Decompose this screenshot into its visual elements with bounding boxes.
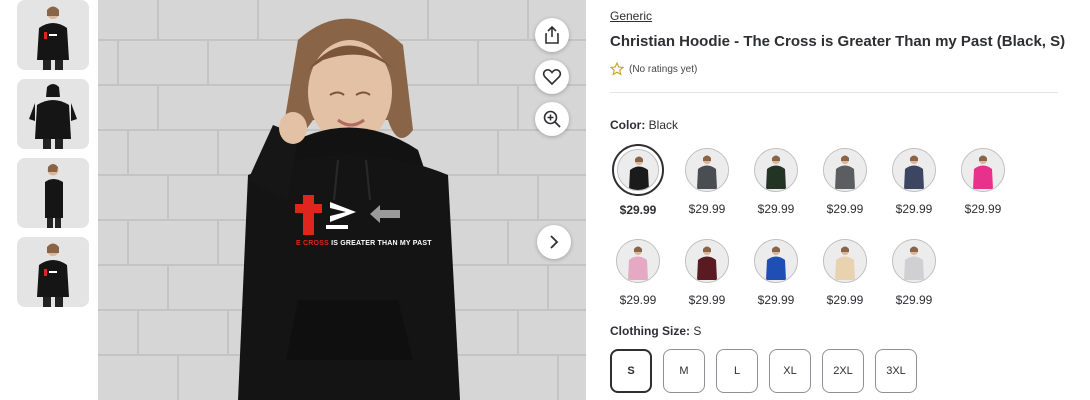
zoom-in-icon	[543, 110, 561, 128]
size-option-label: Clothing Size: S	[610, 324, 702, 338]
brand-link[interactable]: Generic	[610, 9, 652, 23]
rating-summary[interactable]: (No ratings yet)	[610, 62, 697, 76]
swatch-price: $29.99	[757, 293, 795, 307]
size-button-5[interactable]: 3XL	[875, 349, 917, 393]
thumbnail-1[interactable]	[17, 0, 89, 70]
main-product-image[interactable]: E CROSS IS GREATER THAN MY PAST	[98, 0, 586, 400]
swatch-price: $29.99	[895, 202, 933, 216]
color-swatch[interactable]: $29.99	[819, 148, 871, 216]
swatch-circle	[892, 239, 936, 283]
thumbnail-2[interactable]	[17, 79, 89, 149]
hoodie-swatch-icon	[824, 240, 866, 282]
next-image-button[interactable]	[537, 225, 571, 259]
swatch-price: $29.99	[688, 202, 726, 216]
thumbnail-4[interactable]	[17, 237, 89, 307]
selected-size-value: S	[693, 324, 702, 338]
color-swatch[interactable]: $29.99	[612, 144, 664, 217]
size-button-0[interactable]: S	[610, 349, 652, 393]
swatch-circle	[823, 148, 867, 192]
swatch-image	[893, 149, 935, 191]
zoom-button[interactable]	[535, 102, 569, 136]
swatch-image	[617, 240, 659, 282]
hoodie-swatch-icon	[755, 240, 797, 282]
hoodie-swatch-icon	[824, 149, 866, 191]
color-swatch[interactable]: $29.99	[888, 148, 940, 216]
color-swatch[interactable]: $29.99	[888, 239, 940, 307]
swatch-price: $29.99	[826, 202, 864, 216]
color-swatch[interactable]: $29.99	[750, 148, 802, 216]
share-icon	[545, 25, 559, 44]
swatch-price: $29.99	[964, 202, 1002, 216]
swatch-image	[755, 149, 797, 191]
color-swatch[interactable]: $29.99	[957, 148, 1009, 216]
swatch-circle	[892, 148, 936, 192]
swatch-image	[824, 149, 866, 191]
favorite-button[interactable]	[535, 60, 569, 94]
hoodie-print-text: E CROSS IS GREATER THAN MY PAST	[296, 240, 432, 247]
size-button-3[interactable]: XL	[769, 349, 811, 393]
color-option-label: Color: Black	[610, 118, 679, 132]
swatch-circle	[754, 239, 798, 283]
hoodie-swatch-icon	[686, 149, 728, 191]
hoodie-swatch-icon	[617, 240, 659, 282]
swatch-image	[824, 240, 866, 282]
color-swatch[interactable]: $29.99	[681, 239, 733, 307]
swatch-circle	[961, 148, 1005, 192]
swatch-image	[686, 149, 728, 191]
hoodie-swatch-icon	[893, 149, 935, 191]
color-swatch[interactable]: $29.99	[612, 239, 664, 307]
product-page: E CROSS IS GREATER THAN MY PAST Generic …	[0, 0, 1090, 400]
selected-color-value: Black	[648, 118, 679, 132]
color-swatch[interactable]: $29.99	[681, 148, 733, 216]
hoodie-thumbnail-side-icon	[17, 158, 89, 228]
heart-icon	[542, 69, 562, 86]
swatch-image	[893, 240, 935, 282]
swatch-image	[962, 149, 1004, 191]
swatch-image	[686, 240, 728, 282]
thumbnail-3[interactable]	[17, 158, 89, 228]
hoodie-model-photo	[98, 0, 586, 400]
hoodie-swatch-icon	[893, 240, 935, 282]
star-outline-icon	[610, 62, 624, 76]
swatch-price: $29.99	[757, 202, 795, 216]
hoodie-swatch-icon	[686, 240, 728, 282]
rating-text: (No ratings yet)	[629, 63, 698, 75]
swatch-image	[755, 240, 797, 282]
swatch-circle	[685, 239, 729, 283]
hoodie-thumbnail-back-icon	[17, 79, 89, 149]
color-swatch[interactable]: $29.99	[750, 239, 802, 307]
swatch-circle	[616, 239, 660, 283]
size-button-2[interactable]: L	[716, 349, 758, 393]
color-swatch[interactable]: $29.99	[819, 239, 871, 307]
swatch-price: $29.99	[895, 293, 933, 307]
divider	[610, 92, 1058, 93]
swatch-price: $29.99	[619, 203, 657, 217]
swatch-circle	[685, 148, 729, 192]
hoodie-swatch-icon	[755, 149, 797, 191]
swatch-circle	[612, 144, 664, 196]
swatch-circle	[823, 239, 867, 283]
hoodie-thumbnail-front2-icon	[17, 237, 89, 307]
product-title: Christian Hoodie - The Cross is Greater …	[610, 33, 1066, 50]
swatch-image	[617, 149, 659, 191]
size-button-1[interactable]: M	[663, 349, 705, 393]
swatch-price: $29.99	[619, 293, 657, 307]
hoodie-thumbnail-front-icon	[17, 0, 89, 70]
size-button-4[interactable]: 2XL	[822, 349, 864, 393]
swatch-circle	[754, 148, 798, 192]
swatch-price: $29.99	[688, 293, 726, 307]
hoodie-swatch-icon	[962, 149, 1004, 191]
share-button[interactable]	[535, 18, 569, 52]
hoodie-swatch-icon	[618, 150, 658, 190]
swatch-price: $29.99	[826, 293, 864, 307]
chevron-right-icon	[550, 235, 559, 249]
